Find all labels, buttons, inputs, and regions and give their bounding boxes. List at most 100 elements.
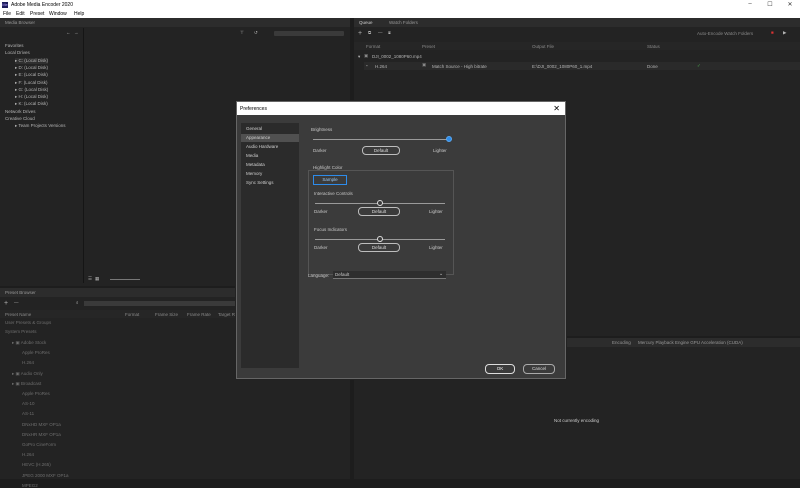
focus-slider-knob[interactable] bbox=[377, 236, 383, 242]
col-target-rate[interactable]: Target R bbox=[218, 312, 235, 317]
preset-group-user[interactable]: User Presets & Groups bbox=[5, 320, 51, 325]
minimize-icon[interactable]: – bbox=[742, 1, 758, 7]
drive-item[interactable]: ▸ F: (Local Disk) bbox=[15, 80, 48, 86]
drive-item[interactable]: ▸ Team Projects Versions bbox=[15, 123, 65, 129]
forward-icon[interactable]: → bbox=[74, 30, 79, 35]
start-queue-icon[interactable]: ▶ bbox=[783, 30, 786, 36]
ok-button[interactable]: OK bbox=[485, 364, 515, 374]
preset-item[interactable]: Apple ProRes bbox=[22, 350, 50, 355]
preset-item[interactable]: AS-10 bbox=[22, 401, 35, 406]
zoom-slider[interactable] bbox=[110, 279, 140, 280]
menu-edit[interactable]: Edit bbox=[16, 11, 25, 17]
auto-encode-label[interactable]: Auto-Encode Watch Folders bbox=[697, 31, 753, 36]
row-preset[interactable]: Match Source - High bitrate bbox=[432, 64, 487, 69]
pref-nav-memory[interactable]: Memory bbox=[241, 170, 299, 178]
tab-media-browser[interactable]: Media Browser bbox=[5, 20, 35, 25]
brightness-slider-track[interactable] bbox=[313, 139, 449, 140]
menu-window[interactable]: Window bbox=[49, 11, 67, 17]
expand-icon[interactable]: ▾ bbox=[358, 54, 360, 60]
preset-item[interactable]: H.264 bbox=[22, 452, 34, 457]
list-view-icon[interactable]: ☰ bbox=[88, 276, 92, 282]
remove-icon[interactable]: — bbox=[378, 30, 383, 35]
back-icon[interactable]: ← bbox=[66, 30, 71, 35]
col-frame-rate[interactable]: Frame Rate bbox=[187, 312, 211, 317]
duplicate-icon[interactable]: ⧉ bbox=[368, 30, 371, 35]
preset-item[interactable]: ▸ ▣ Adobe Stock bbox=[12, 340, 46, 346]
pref-nav-general[interactable]: General bbox=[241, 125, 299, 133]
col-frame-size[interactable]: Frame Size bbox=[155, 312, 178, 317]
new-preset-icon[interactable]: + bbox=[4, 300, 8, 307]
tab-gpu-acceleration[interactable]: Mercury Playback Engine GPU Acceleration… bbox=[638, 340, 743, 345]
col-output-file[interactable]: Output File bbox=[532, 44, 554, 49]
tab-encoding[interactable]: Encoding bbox=[612, 340, 631, 345]
language-select[interactable]: Default ⌄ bbox=[333, 271, 446, 279]
brightness-lighter-label: Lighter bbox=[433, 148, 447, 153]
preset-item[interactable]: Apple ProRes bbox=[22, 391, 50, 396]
pref-nav-audio-hardware[interactable]: Audio Hardware bbox=[241, 143, 299, 151]
preset-item[interactable]: ▸ ▣ Audio Only bbox=[12, 371, 43, 377]
cancel-button[interactable]: Cancel bbox=[523, 364, 555, 374]
row-format[interactable]: H.264 bbox=[375, 64, 387, 69]
tab-watch-folders[interactable]: Watch Folders bbox=[389, 20, 418, 25]
preset-item[interactable]: H.264 bbox=[22, 360, 34, 365]
pref-nav-appearance[interactable]: Appearance bbox=[241, 134, 299, 142]
preset-item[interactable]: HEVC (H.265) bbox=[22, 462, 51, 467]
preset-item[interactable]: AS-11 bbox=[22, 411, 34, 416]
col-preset[interactable]: Preset bbox=[422, 44, 435, 49]
col-status[interactable]: Status bbox=[647, 44, 660, 49]
preset-item[interactable]: ▸ ▣ Broadcast bbox=[12, 381, 41, 387]
media-search-input[interactable] bbox=[274, 31, 344, 36]
col-preset-name[interactable]: Preset Name bbox=[5, 312, 31, 317]
drive-item[interactable]: ▸ H: (Local Disk) bbox=[15, 94, 48, 100]
preset-group-system[interactable]: System Presets bbox=[5, 329, 37, 334]
interactive-slider-knob[interactable] bbox=[377, 200, 383, 206]
maximize-icon[interactable]: ☐ bbox=[762, 1, 778, 8]
focus-default-button[interactable]: Default bbox=[358, 243, 400, 252]
menu-file[interactable]: File bbox=[3, 11, 11, 17]
chevron-down-icon: ⌄ bbox=[439, 271, 444, 277]
tree-divider bbox=[83, 28, 84, 283]
row-output[interactable]: E:\DJI_0002_1080P60_1.mp4 bbox=[532, 64, 592, 69]
dialog-close-icon[interactable]: ✕ bbox=[553, 104, 560, 113]
tree-section[interactable]: Network Drives bbox=[5, 109, 36, 114]
drive-item[interactable]: ▸ D: (Local Disk) bbox=[15, 65, 48, 71]
preset-item[interactable]: GoPro CineForm bbox=[22, 442, 56, 447]
tree-section[interactable]: Local Drives bbox=[5, 50, 30, 55]
preset-item[interactable]: DNxHD MXF OP1a bbox=[22, 422, 61, 427]
col-format[interactable]: Format bbox=[125, 312, 139, 317]
stop-queue-icon[interactable]: ■ bbox=[771, 30, 774, 35]
thumbnail-view-icon[interactable]: ▦ bbox=[95, 276, 99, 282]
preset-item[interactable]: DNxHR MXF OP1a bbox=[22, 432, 61, 437]
close-window-icon[interactable]: ✕ bbox=[782, 1, 798, 8]
interactive-controls-label: Interactive Controls bbox=[314, 191, 353, 196]
pref-nav-media[interactable]: Media bbox=[241, 152, 299, 160]
menu-help[interactable]: Help bbox=[74, 11, 84, 17]
queue-source-item[interactable]: ▾ ▣ DJI_0002_1080P60.mp4 bbox=[354, 53, 800, 61]
drive-item[interactable]: ▸ C: (Local Disk) bbox=[15, 57, 49, 64]
preset-item[interactable]: MPEG2 bbox=[22, 483, 38, 488]
drive-item[interactable]: ▸ G: (Local Disk) bbox=[15, 87, 48, 93]
pref-nav-metadata[interactable]: Metadata bbox=[241, 161, 299, 169]
queue-output-row[interactable]: ▪ H.264 ▣ Match Source - High bitrate E:… bbox=[364, 62, 800, 70]
highlight-sample-swatch[interactable]: Sample bbox=[313, 175, 347, 185]
add-source-icon[interactable]: + bbox=[358, 30, 362, 37]
tab-queue[interactable]: Queue bbox=[359, 20, 373, 25]
remove-preset-icon[interactable]: — bbox=[14, 300, 19, 305]
drive-item[interactable]: ▸ K: (Local Disk) bbox=[15, 101, 48, 107]
pref-nav-sync-settings[interactable]: Sync Settings bbox=[241, 179, 299, 187]
tab-preset-browser[interactable]: Preset Browser bbox=[5, 290, 36, 295]
brightness-default-button[interactable]: Default bbox=[362, 146, 400, 155]
preset-item[interactable]: JPEG 2000 MXF OP1a bbox=[22, 473, 69, 478]
history-icon[interactable]: ↺ bbox=[254, 30, 258, 36]
preset-search-icon[interactable]: ⌕ bbox=[76, 300, 79, 305]
interactive-default-button[interactable]: Default bbox=[358, 207, 400, 216]
brightness-slider-knob[interactable] bbox=[446, 136, 452, 142]
tree-section[interactable]: Creative Cloud bbox=[5, 116, 35, 121]
tree-section[interactable]: Favorites bbox=[5, 43, 24, 48]
drive-item[interactable]: ▸ E: (Local Disk) bbox=[15, 72, 48, 78]
duplicate-item-icon[interactable]: ⧈ bbox=[388, 30, 391, 35]
filter-icon[interactable]: ⊤ bbox=[240, 30, 244, 36]
video-file-icon: ▣ bbox=[364, 53, 369, 58]
col-format[interactable]: Format bbox=[366, 44, 380, 49]
menu-preset[interactable]: Preset bbox=[30, 11, 44, 17]
